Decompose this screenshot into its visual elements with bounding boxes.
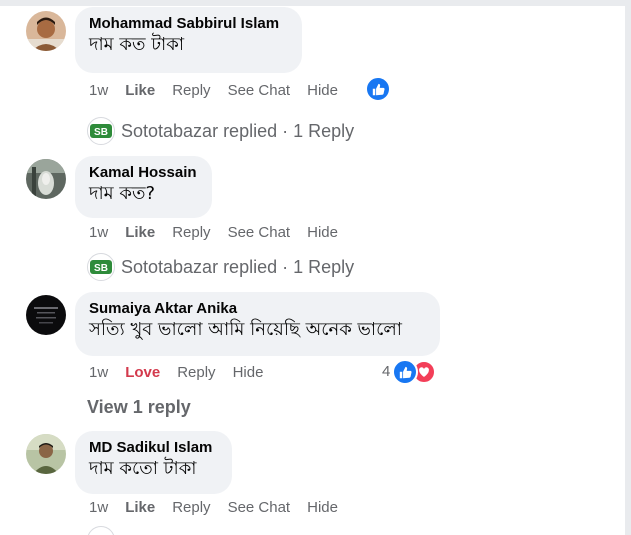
comment-text: সত্যি খুব ভালো আমি নিয়েছি অনেক ভালো bbox=[89, 319, 403, 340]
comment-author[interactable]: Mohammad Sabbirul Islam bbox=[89, 15, 288, 33]
comment-actions: 1w Like Reply See Chat Hide bbox=[89, 497, 355, 517]
page-logo-icon bbox=[87, 526, 115, 535]
hide-button[interactable]: Hide bbox=[307, 82, 338, 99]
hide-button[interactable]: Hide bbox=[233, 364, 264, 381]
reaction-count[interactable]: 4 bbox=[382, 363, 390, 380]
comment-actions: 1w Like Reply See Chat Hide bbox=[89, 80, 355, 100]
page-logo-initials: SB bbox=[94, 263, 108, 274]
see-chat-button[interactable]: See Chat bbox=[228, 224, 291, 241]
comment-text: দাম কতো টাকা bbox=[89, 458, 197, 479]
comment-time[interactable]: 1w bbox=[89, 82, 108, 99]
comment-author[interactable]: Kamal Hossain bbox=[89, 164, 198, 182]
comment-text: দাম কত টাকা bbox=[89, 34, 185, 55]
comments-panel: Mohammad Sabbirul Islam দাম কত টাকা 1w L… bbox=[0, 6, 625, 535]
comment-time[interactable]: 1w bbox=[89, 499, 108, 516]
avatar[interactable] bbox=[26, 159, 66, 199]
comment-text: দাম কত? bbox=[89, 183, 156, 204]
comment-bubble: Mohammad Sabbirul Islam দাম কত টাকা bbox=[75, 7, 302, 73]
see-chat-button[interactable]: See Chat bbox=[228, 499, 291, 516]
like-reaction-icon[interactable] bbox=[392, 359, 418, 385]
page-logo-icon: SB bbox=[87, 117, 115, 145]
comment-time[interactable]: 1w bbox=[89, 224, 108, 241]
comment-author[interactable]: MD Sadikul Islam bbox=[89, 439, 218, 457]
reply-button[interactable]: Reply bbox=[172, 224, 210, 241]
avatar[interactable] bbox=[26, 434, 66, 474]
comment-time[interactable]: 1w bbox=[89, 364, 108, 381]
reply-button[interactable]: Reply bbox=[177, 364, 215, 381]
page-logo-icon: SB bbox=[87, 253, 115, 281]
replies-summary-text[interactable]: Sototabazar replied · 1 Reply bbox=[121, 121, 354, 142]
replies-summary-text[interactable]: Sototabazar replied · 1 Reply bbox=[121, 257, 354, 278]
avatar[interactable] bbox=[26, 11, 66, 51]
avatar[interactable] bbox=[26, 295, 66, 335]
hide-button[interactable]: Hide bbox=[307, 224, 338, 241]
comment-author[interactable]: Sumaiya Aktar Anika bbox=[89, 300, 426, 318]
replies-summary[interactable]: SB Sototabazar replied · 1 Reply bbox=[87, 116, 354, 146]
like-reaction-icon[interactable] bbox=[365, 76, 391, 102]
comment-actions: 1w Like Reply See Chat Hide bbox=[89, 222, 355, 242]
replies-summary[interactable]: SB Sototabazar replied · 1 Reply bbox=[87, 252, 354, 282]
view-replies-link[interactable]: View 1 reply bbox=[87, 397, 191, 418]
reply-button[interactable]: Reply bbox=[172, 499, 210, 516]
see-chat-button[interactable]: See Chat bbox=[228, 82, 291, 99]
like-button[interactable]: Like bbox=[125, 224, 155, 241]
love-button[interactable]: Love bbox=[125, 364, 160, 381]
comment-actions: 1w Love Reply Hide bbox=[89, 362, 280, 382]
reply-button[interactable]: Reply bbox=[172, 82, 210, 99]
like-button[interactable]: Like bbox=[125, 82, 155, 99]
comment-bubble: Kamal Hossain দাম কত? bbox=[75, 156, 212, 218]
comment-bubble: Sumaiya Aktar Anika সত্যি খুব ভালো আমি ন… bbox=[75, 292, 440, 356]
comment-bubble: MD Sadikul Islam দাম কতো টাকা bbox=[75, 431, 232, 494]
page-logo-initials: SB bbox=[94, 127, 108, 138]
hide-button[interactable]: Hide bbox=[307, 499, 338, 516]
like-button[interactable]: Like bbox=[125, 499, 155, 516]
